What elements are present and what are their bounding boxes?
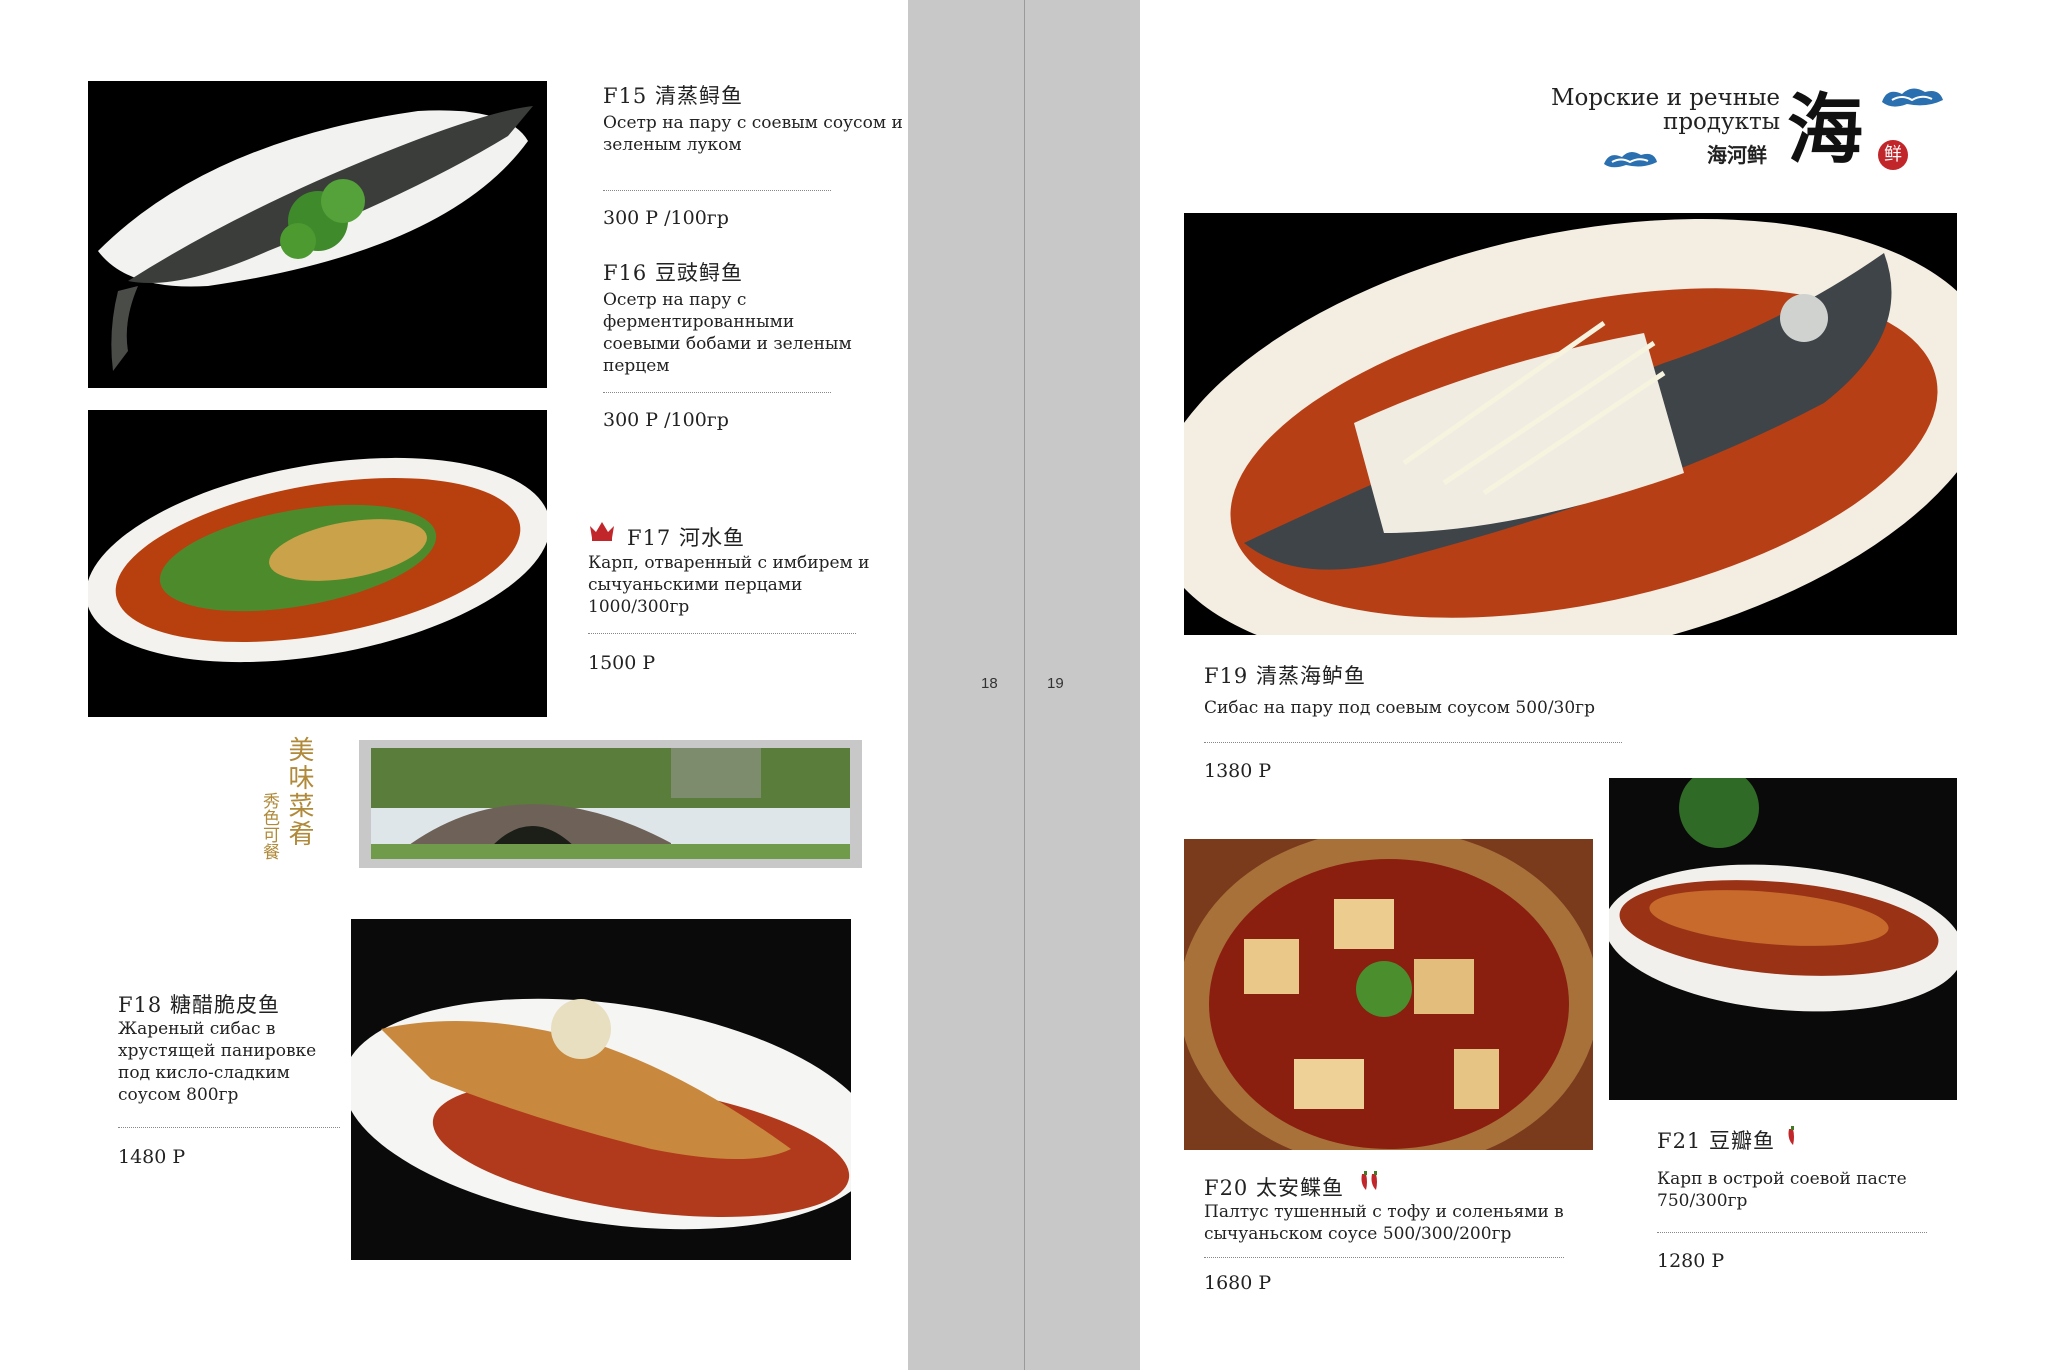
decor-vertical-main: 美味菜肴 [284, 736, 314, 848]
right-gutter [1024, 0, 1141, 1370]
divider [1204, 742, 1622, 743]
cloud-icon [1877, 82, 1947, 112]
dish-f18-desc: Жареный сибас в хрустящей панировке под … [118, 1019, 317, 1105]
photo-f17-carp [88, 410, 547, 717]
dish-f17-price: 1500 Р [588, 652, 656, 674]
dish-f16-desc: Осетр на пару с ферментированными соевым… [603, 290, 852, 376]
divider [118, 1127, 340, 1128]
dish-f19-price: 1380 Р [1204, 760, 1272, 782]
dish-f15-title: F15 清蒸鲟鱼 [603, 84, 743, 108]
divider [1657, 1232, 1927, 1233]
dish-f20-desc: Палтус тушенный с тофу и соленьями в сыч… [1204, 1202, 1564, 1244]
dish-f20-title: F20 太安鲽鱼 [1204, 1176, 1344, 1200]
chili-pepper-icon [1358, 1170, 1382, 1197]
dish-f15-price: 300 Р /100гр [603, 207, 729, 229]
dish-f21-desc: Карп в острой соевой пасте 750/300гр [1657, 1169, 1907, 1211]
page-number-left: 18 [981, 675, 998, 692]
section-title-ru-line1: Морские и речные [1550, 85, 1780, 111]
cloud-icon [1600, 146, 1660, 172]
chili-pepper-icon [1785, 1125, 1799, 1152]
photo-f18-fried-fish [351, 919, 851, 1260]
photo-f19-steamed-seabass [1184, 213, 1957, 635]
dish-f20-price: 1680 Р [1204, 1272, 1272, 1294]
photo-bridge [371, 748, 850, 859]
dish-f19-desc: Сибас на пару под соевым соусом 500/30гр [1204, 698, 1595, 718]
dish-f18-title: F18 糖醋脆皮鱼 [118, 993, 280, 1017]
photo-bridge-frame [359, 740, 862, 868]
divider [603, 190, 831, 191]
photo-f15-sturgeon [88, 81, 547, 388]
divider [1204, 1257, 1564, 1258]
section-title-ru-line2: продукты [1663, 109, 1780, 135]
dish-f19-title: F19 清蒸海鲈鱼 [1204, 664, 1366, 688]
section-title-ru: Морские и речные продукты [1500, 86, 1780, 134]
dish-f17-desc: Карп, отваренный с имбирем и сычуаньским… [588, 553, 870, 617]
dish-f15-desc: Осетр на пару с соевым соусом и зеленым … [603, 113, 903, 155]
section-seal: 鲜 [1878, 140, 1908, 170]
dish-f18-price: 1480 Р [118, 1146, 186, 1168]
dish-f17-title: F17 河水鱼 [627, 526, 745, 550]
divider [588, 633, 856, 634]
dish-f16-price: 300 Р /100гр [603, 409, 729, 431]
dish-f21-title: F21 豆瓣鱼 [1657, 1129, 1775, 1153]
crown-icon [588, 518, 616, 542]
section-title-zh: 海河鲜 [1707, 143, 1767, 167]
divider [603, 392, 831, 393]
photo-f20-halibut-tofu [1184, 839, 1593, 1150]
photo-f21-carp-bean-paste [1609, 778, 1957, 1100]
page-number-right: 19 [1047, 675, 1064, 692]
section-big-char: 海 [1787, 85, 1863, 174]
dish-f21-price: 1280 Р [1657, 1250, 1725, 1272]
left-gutter [908, 0, 1024, 1370]
decor-vertical-sub: 秀色可餐 [259, 792, 279, 860]
dish-f16-title: F16 豆豉鲟鱼 [603, 261, 743, 285]
